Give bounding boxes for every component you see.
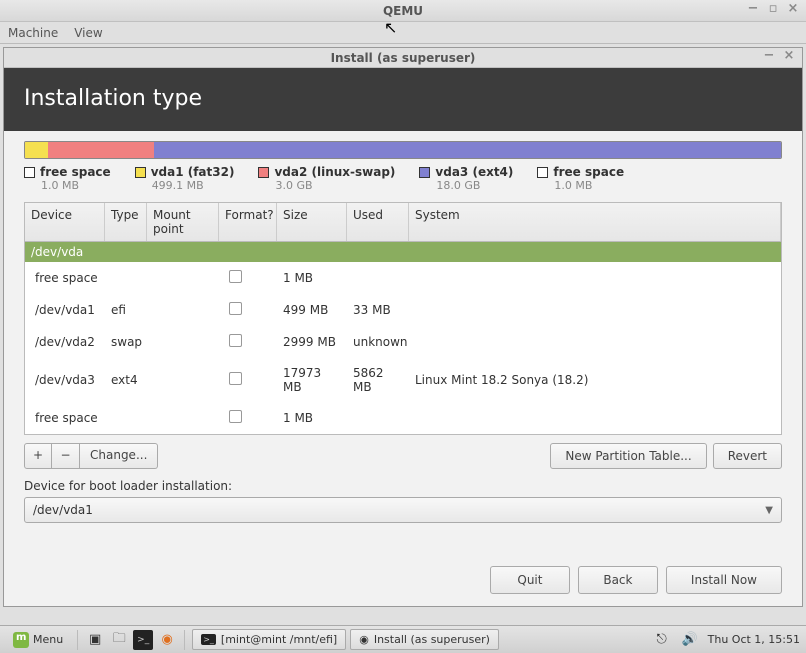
- bar-seg-ext4: [154, 142, 781, 158]
- legend-free: free space 1.0 MB: [24, 165, 111, 192]
- remove-partition-button[interactable]: −: [52, 443, 80, 469]
- taskbar-task-terminal[interactable]: >_ [mint@mint /mnt/efi]: [192, 629, 346, 650]
- add-partition-button[interactable]: +: [24, 443, 52, 469]
- swatch-icon: [258, 167, 269, 178]
- menu-button[interactable]: Menu: [6, 629, 70, 651]
- disc-icon: ◉: [359, 633, 369, 646]
- taskbar: Menu ▣ 🗀 >_ ◉ >_ [mint@mint /mnt/efi] ◉ …: [0, 625, 806, 653]
- table-row[interactable]: free space 1 MB: [25, 262, 781, 294]
- close-icon[interactable]: ×: [784, 2, 802, 18]
- th-device[interactable]: Device: [25, 203, 105, 241]
- legend-vda3: vda3 (ext4) 18.0 GB: [419, 165, 513, 192]
- dropdown-arrow-icon: ▼: [765, 505, 773, 516]
- menu-machine[interactable]: Machine: [8, 26, 58, 40]
- page-title: Installation type: [4, 68, 802, 131]
- revert-button[interactable]: Revert: [713, 443, 782, 469]
- table-row[interactable]: /dev/vda1 efi 499 MB 33 MB: [25, 294, 781, 326]
- boot-loader-label: Device for boot loader installation:: [24, 479, 782, 493]
- volume-icon[interactable]: 🔊: [680, 630, 700, 650]
- install-close-icon[interactable]: ×: [780, 49, 798, 65]
- partition-table: Device Type Mount point Format? Size Use…: [24, 202, 782, 435]
- show-desktop-icon[interactable]: ▣: [85, 630, 105, 650]
- table-row[interactable]: free space 1 MB: [25, 402, 781, 434]
- mint-logo-icon: [13, 632, 29, 648]
- quit-button[interactable]: Quit: [490, 566, 570, 594]
- menu-view[interactable]: View: [74, 26, 102, 40]
- th-mount[interactable]: Mount point: [147, 203, 219, 241]
- install-now-button[interactable]: Install Now: [666, 566, 782, 594]
- install-minimize-icon[interactable]: −: [760, 49, 778, 65]
- legend-vda2: vda2 (linux-swap) 3.0 GB: [258, 165, 395, 192]
- table-row[interactable]: /dev/vda3 ext4 17973 MB 5862 MB Linux Mi…: [25, 358, 781, 402]
- file-manager-icon[interactable]: 🗀: [109, 630, 129, 650]
- partition-legend: free space 1.0 MB vda1 (fat32) 499.1 MB …: [24, 165, 782, 192]
- separator: [184, 630, 185, 650]
- swatch-icon: [24, 167, 35, 178]
- install-title: Install (as superuser): [331, 51, 476, 65]
- swatch-icon: [135, 167, 146, 178]
- minimize-icon[interactable]: −: [744, 2, 762, 18]
- format-checkbox[interactable]: [229, 334, 242, 347]
- install-titlebar: Install (as superuser) − ×: [4, 48, 802, 68]
- back-button[interactable]: Back: [578, 566, 658, 594]
- partition-bar: [24, 141, 782, 159]
- qemu-titlebar: QEMU − ▫ ×: [0, 0, 806, 22]
- boot-loader-value: /dev/vda1: [33, 503, 93, 517]
- change-partition-button[interactable]: Change...: [80, 443, 158, 469]
- th-type[interactable]: Type: [105, 203, 147, 241]
- new-partition-table-button[interactable]: New Partition Table...: [550, 443, 706, 469]
- th-used[interactable]: Used: [347, 203, 409, 241]
- network-icon[interactable]: ⎋: [652, 630, 672, 650]
- legend-free2: free space 1.0 MB: [537, 165, 624, 192]
- taskbar-task-installer[interactable]: ◉ Install (as superuser): [350, 629, 499, 650]
- maximize-icon[interactable]: ▫: [764, 2, 782, 18]
- bar-seg-swap: [48, 142, 154, 158]
- legend-vda1: vda1 (fat32) 499.1 MB: [135, 165, 235, 192]
- format-checkbox[interactable]: [229, 410, 242, 423]
- install-window: Install (as superuser) − × Installation …: [3, 47, 803, 607]
- swatch-icon: [537, 167, 548, 178]
- boot-loader-select[interactable]: /dev/vda1 ▼: [24, 497, 782, 523]
- table-header: Device Type Mount point Format? Size Use…: [25, 203, 781, 242]
- separator: [77, 630, 78, 650]
- bar-seg-fat32: [25, 142, 48, 158]
- th-system[interactable]: System: [409, 203, 781, 241]
- table-row[interactable]: /dev/vda2 swap 2999 MB unknown: [25, 326, 781, 358]
- terminal-icon: >_: [201, 634, 216, 645]
- terminal-launcher-icon[interactable]: >_: [133, 630, 153, 650]
- firefox-icon[interactable]: ◉: [157, 630, 177, 650]
- th-size[interactable]: Size: [277, 203, 347, 241]
- qemu-menubar: Machine View: [0, 22, 806, 44]
- table-group-header[interactable]: /dev/vda: [25, 242, 781, 262]
- clock[interactable]: Thu Oct 1, 15:51: [708, 633, 800, 646]
- format-checkbox[interactable]: [229, 302, 242, 315]
- table-body: free space 1 MB /dev/vda1 efi 499 MB: [25, 262, 781, 434]
- qemu-title: QEMU: [383, 4, 423, 18]
- swatch-icon: [419, 167, 430, 178]
- format-checkbox[interactable]: [229, 372, 242, 385]
- format-checkbox[interactable]: [229, 270, 242, 283]
- th-format[interactable]: Format?: [219, 203, 277, 241]
